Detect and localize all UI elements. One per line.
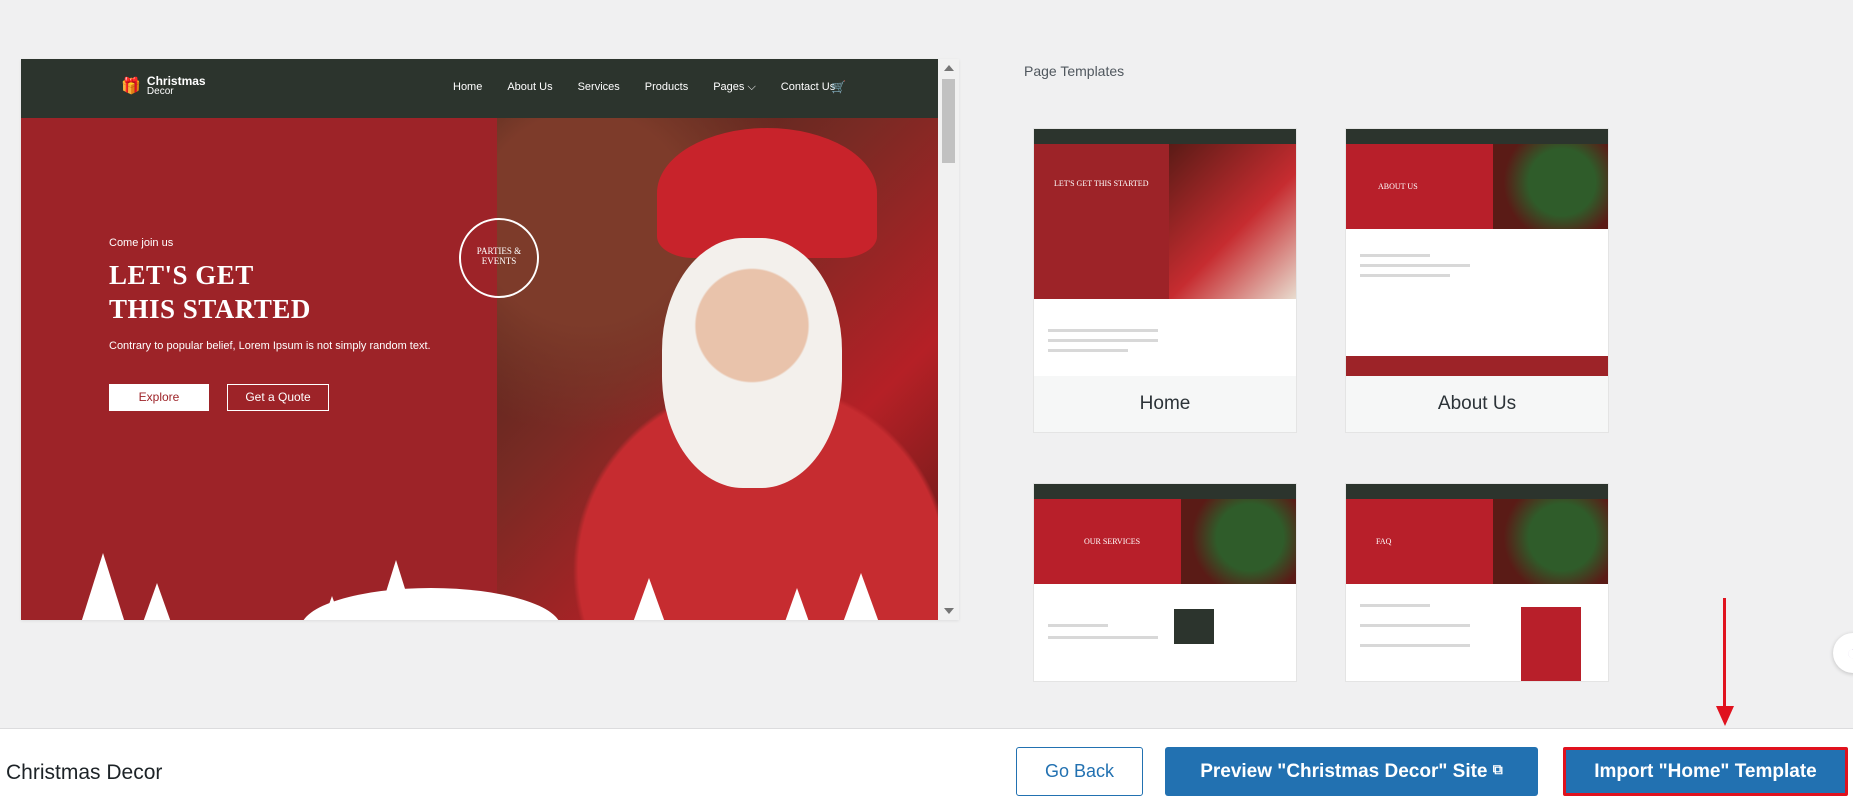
hero-title: Let's Get This Started xyxy=(109,258,311,326)
template-thumbnail: LET'S GET THIS STARTED xyxy=(1034,129,1296,376)
thumb-line xyxy=(1360,624,1470,627)
scrollbar-thumb[interactable] xyxy=(942,79,955,163)
hero-text: Contrary to popular belief, Lorem Ipsum … xyxy=(109,340,431,352)
thumb-navbar xyxy=(1034,129,1296,144)
preview-site-label: Preview "Christmas Decor" Site xyxy=(1200,760,1488,782)
template-thumbnail: FAQ xyxy=(1346,484,1608,681)
thumb-photo xyxy=(1169,144,1296,299)
thumb-service-box xyxy=(1174,609,1214,644)
hero-title-line2: This Started xyxy=(109,294,311,324)
template-card-faq[interactable]: FAQ xyxy=(1345,483,1609,682)
site-name: Christmas Decor xyxy=(6,761,163,784)
template-card-services[interactable]: OUR SERVICES xyxy=(1033,483,1297,682)
menu-item-products[interactable]: Products xyxy=(645,81,688,94)
tree-decoration xyxy=(141,583,173,620)
menu-item-about[interactable]: About Us xyxy=(507,81,552,94)
help-chat-icon[interactable]: ◔ xyxy=(1833,633,1853,673)
thumb-navbar xyxy=(1034,484,1296,499)
import-template-button[interactable]: Import "Home" Template xyxy=(1563,747,1848,796)
thumb-banner-text: LET'S GET THIS STARTED xyxy=(1054,179,1149,188)
thumb-line xyxy=(1360,254,1430,257)
thumb-photo xyxy=(1493,144,1608,229)
thumb-banner-text: ABOUT US xyxy=(1378,182,1418,191)
thumb-card-image xyxy=(1521,607,1581,681)
thumb-banner-text: OUR SERVICES xyxy=(1084,537,1141,546)
explore-button[interactable]: Explore xyxy=(109,384,209,411)
hero-title-line1: Let's Get xyxy=(109,260,254,290)
gift-logo-icon: 🎁 xyxy=(121,78,141,95)
thumb-line xyxy=(1360,604,1430,607)
preview-menu: Home About Us Services Products Pages ⌵ … xyxy=(453,81,835,94)
menu-item-home[interactable]: Home xyxy=(453,81,482,94)
thumb-line xyxy=(1360,274,1450,277)
preview-site-button[interactable]: Preview "Christmas Decor" Site ⧉ xyxy=(1165,747,1538,796)
preview-site: 🎁 Christmas Decor Home About Us Services… xyxy=(21,59,938,620)
annotation-arrow-head-icon xyxy=(1716,706,1734,726)
thumb-navbar xyxy=(1346,484,1608,499)
preview-hero: PARTIES & EVENTS Come join us Let's Get … xyxy=(21,118,938,620)
thumb-line xyxy=(1048,636,1158,639)
tree-decoration xyxy=(781,588,813,620)
page-templates-heading: Page Templates xyxy=(1024,63,1125,79)
scroll-down-icon[interactable] xyxy=(944,608,954,614)
thumb-footer-bar xyxy=(1346,356,1608,376)
get-quote-button[interactable]: Get a Quote xyxy=(227,384,329,411)
thumb-line xyxy=(1048,349,1128,352)
menu-item-contact[interactable]: Contact Us xyxy=(781,81,835,94)
thumb-photo xyxy=(1493,499,1608,584)
cart-icon[interactable]: 🛒 xyxy=(831,80,846,94)
thumb-line xyxy=(1048,339,1158,342)
template-thumbnail: ABOUT US xyxy=(1346,129,1608,376)
go-back-button[interactable]: Go Back xyxy=(1016,747,1143,796)
tree-decoration xyxy=(631,578,667,620)
site-preview[interactable]: 🎁 Christmas Decor Home About Us Services… xyxy=(21,59,959,620)
santa-photo xyxy=(497,118,938,620)
template-label-about: About Us xyxy=(1346,376,1608,432)
santa-face-shape xyxy=(662,238,842,488)
thumb-navbar xyxy=(1346,129,1608,144)
annotation-arrow-line xyxy=(1723,598,1726,708)
thumb-photo xyxy=(1181,499,1296,584)
menu-item-services[interactable]: Services xyxy=(578,81,620,94)
logo-subtitle: Decor xyxy=(146,86,174,97)
thumb-line xyxy=(1048,329,1158,332)
thumb-line xyxy=(1048,624,1108,627)
template-card-home[interactable]: LET'S GET THIS STARTED Home xyxy=(1033,128,1297,433)
external-link-icon: ⧉ xyxy=(1492,760,1503,777)
template-thumbnail: OUR SERVICES xyxy=(1034,484,1296,681)
hero-kicker: Come join us xyxy=(109,237,174,249)
preview-scrollbar[interactable] xyxy=(938,59,959,620)
preview-navbar: 🎁 Christmas Decor Home About Us Services… xyxy=(21,59,938,118)
events-badge: PARTIES & EVENTS xyxy=(459,218,539,298)
template-label-home: Home xyxy=(1034,376,1296,432)
thumb-line xyxy=(1360,644,1470,647)
thumb-banner xyxy=(1034,144,1169,299)
thumb-line xyxy=(1360,264,1470,267)
menu-item-pages[interactable]: Pages ⌵ xyxy=(713,81,756,94)
tree-decoration xyxy=(841,573,881,620)
scroll-up-icon[interactable] xyxy=(944,65,954,71)
thumb-banner-text: FAQ xyxy=(1376,537,1392,546)
tree-decoration xyxy=(81,553,125,620)
preview-logo: 🎁 Christmas Decor xyxy=(121,75,206,97)
template-card-about[interactable]: ABOUT US About Us xyxy=(1345,128,1609,433)
bottom-action-bar: Christmas Decor Go Back Preview "Christm… xyxy=(0,728,1853,811)
badge-text: PARTIES & EVENTS xyxy=(476,246,522,266)
